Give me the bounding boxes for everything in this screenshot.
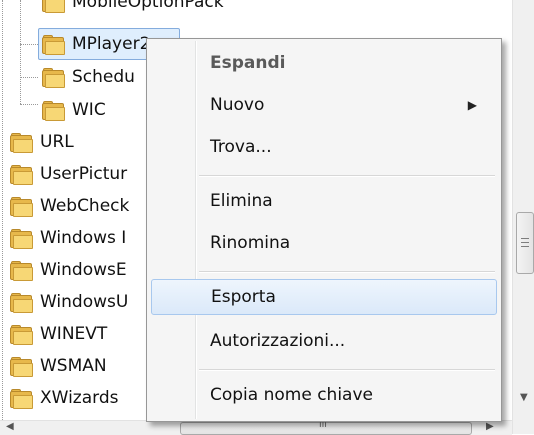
menu-item-label: Espandi xyxy=(210,53,286,73)
folder-icon xyxy=(10,293,33,313)
horizontal-scrollbar[interactable]: ◀ III ▶ xyxy=(0,420,512,435)
tree-node[interactable]: WSMAN xyxy=(10,350,107,382)
folder-icon xyxy=(42,0,65,13)
menu-item-label: Esporta xyxy=(211,287,276,307)
tree-node[interactable]: MobileOptionPack xyxy=(42,0,224,18)
folder-icon xyxy=(42,35,65,55)
tree-connector xyxy=(20,0,21,104)
tree-node[interactable]: WindowsU xyxy=(10,286,128,318)
tree-node-label: MobileOptionPack xyxy=(72,0,224,12)
horizontal-scroll-thumb[interactable]: III xyxy=(180,420,472,435)
folder-icon xyxy=(10,389,33,409)
menu-separator xyxy=(199,271,495,273)
menu-item-label: Copia nome chiave xyxy=(210,385,373,405)
tree-node-label: WSMAN xyxy=(40,356,107,376)
grip-line xyxy=(521,242,529,243)
folder-icon xyxy=(10,261,33,281)
scroll-left-arrow-icon[interactable]: ◀ xyxy=(6,421,14,432)
menu-item-label: Autorizzazioni... xyxy=(210,331,346,351)
menu-item-delete[interactable]: Elimina xyxy=(151,183,495,219)
tree-node[interactable]: UserPictur xyxy=(10,158,127,190)
tree-node-label: WindowsE xyxy=(40,260,127,280)
menu-item-copy-key-name[interactable]: Copia nome chiave xyxy=(151,377,495,413)
menu-item-label: Elimina xyxy=(210,191,273,211)
vertical-scrollbar[interactable]: ▼ xyxy=(512,0,534,434)
menu-item-label: Trova... xyxy=(210,137,272,157)
menu-item-expand[interactable]: Espandi xyxy=(151,45,495,81)
tree-node[interactable]: Windows I xyxy=(10,222,126,254)
tree-connector xyxy=(20,77,38,78)
tree-node-label: MPlayer2 xyxy=(72,34,151,54)
submenu-arrow-icon: ▶ xyxy=(467,98,477,112)
tree-node-selected[interactable]: MPlayer2 xyxy=(42,28,150,60)
tree-node[interactable]: XWizards xyxy=(10,382,118,414)
scroll-right-arrow-icon[interactable]: ▶ xyxy=(486,421,494,432)
tree-node-label: Windows I xyxy=(40,228,127,248)
tree-node[interactable]: WindowsE xyxy=(10,254,127,286)
tree-node[interactable]: WINEVT xyxy=(10,318,107,350)
tree-node-label: WebCheck xyxy=(40,196,130,216)
folder-icon xyxy=(10,197,33,217)
menu-item-rename[interactable]: Rinomina xyxy=(151,225,495,261)
folder-icon xyxy=(42,101,65,121)
folder-icon xyxy=(10,357,33,377)
tree-node-label: XWizards xyxy=(40,388,119,408)
folder-icon xyxy=(10,325,33,345)
menu-separator xyxy=(199,175,495,177)
tree-connector xyxy=(20,104,38,105)
tree-node-label: UserPictur xyxy=(40,164,128,184)
tree-node[interactable]: WIC xyxy=(42,94,106,126)
grip-line xyxy=(521,238,529,239)
tree-node-label: WindowsU xyxy=(40,292,129,312)
menu-item-permissions[interactable]: Autorizzazioni... xyxy=(151,323,495,359)
menu-item-export[interactable]: Esporta xyxy=(151,279,497,315)
grip-line xyxy=(521,246,529,247)
tree-node-label: WINEVT xyxy=(40,324,108,344)
folder-icon xyxy=(42,68,65,88)
tree-node[interactable]: Schedu xyxy=(42,61,135,93)
vertical-scroll-thumb[interactable] xyxy=(516,212,534,274)
folder-icon xyxy=(10,133,33,153)
tree-node[interactable]: WebCheck xyxy=(10,190,129,222)
tree-node-label: WIC xyxy=(72,100,106,120)
tree-node-label: URL xyxy=(40,132,74,152)
tree-connector xyxy=(20,44,38,45)
menu-item-new[interactable]: Nuovo ▶ xyxy=(151,87,495,123)
tree-connector xyxy=(2,0,3,420)
tree-node-label: Schedu xyxy=(72,67,135,87)
folder-icon xyxy=(10,229,33,249)
menu-separator xyxy=(199,369,495,371)
menu-item-label: Rinomina xyxy=(210,233,291,253)
tree-node[interactable]: URL xyxy=(10,126,74,158)
context-menu: Espandi Nuovo ▶ Trova... Elimina Rinomin… xyxy=(146,38,502,422)
scroll-down-arrow-icon[interactable]: ▼ xyxy=(520,392,528,403)
menu-item-label: Nuovo xyxy=(210,95,265,115)
menu-item-find[interactable]: Trova... xyxy=(151,129,495,165)
folder-icon xyxy=(10,165,33,185)
